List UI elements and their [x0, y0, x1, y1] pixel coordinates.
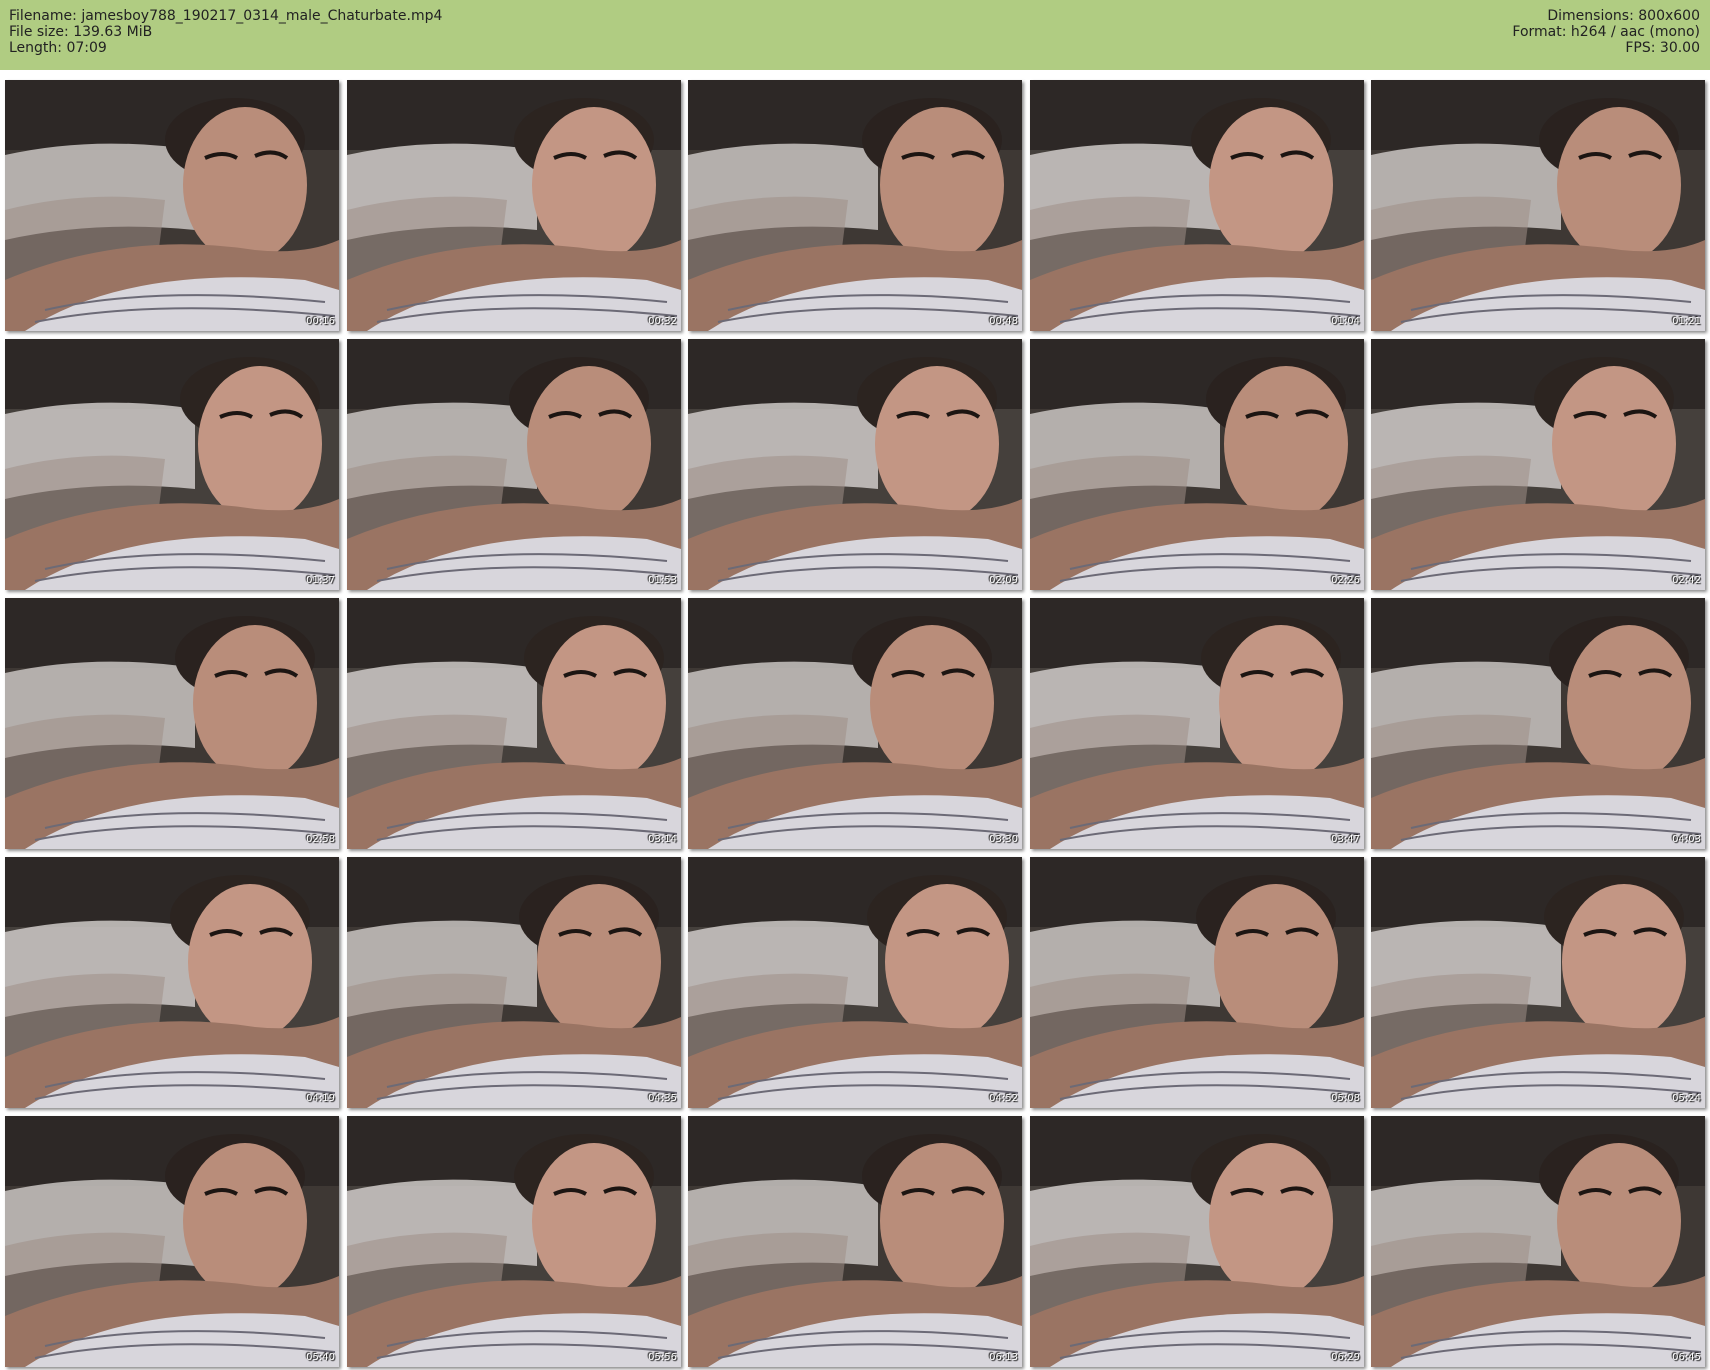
thumbnail-timestamp: 01:37	[306, 575, 335, 586]
thumbnail-image	[688, 80, 1022, 331]
thumbnail-frame: 03:47	[1030, 598, 1364, 849]
thumbnail-image	[347, 339, 681, 590]
thumbnail-image	[347, 598, 681, 849]
dimensions-label: Dimensions:	[1547, 8, 1634, 24]
thumbnail-image	[5, 598, 339, 849]
filesize-row: File size: 139.63 MiB	[9, 24, 442, 40]
thumbnail-image	[1030, 857, 1364, 1108]
thumbnail-frame: 04:19	[5, 857, 339, 1108]
thumbnail-timestamp: 02:42	[1672, 575, 1701, 586]
thumbnail-image	[688, 339, 1022, 590]
length-value: 07:09	[66, 40, 107, 56]
thumbnail-timestamp: 06:13	[989, 1352, 1018, 1363]
thumbnail-timestamp: 03:47	[1331, 834, 1360, 845]
thumbnail-frame: 04:03	[1371, 598, 1705, 849]
thumbnail-image	[1371, 857, 1705, 1108]
thumbnail-timestamp: 05:08	[1331, 1093, 1360, 1104]
thumbnail-timestamp: 06:29	[1331, 1352, 1360, 1363]
thumbnail-image	[688, 1116, 1022, 1367]
filename-label: Filename:	[9, 8, 77, 24]
format-value: h264 / aac (mono)	[1570, 24, 1700, 40]
filesize-value: 139.63 MiB	[73, 24, 153, 40]
length-label: Length:	[9, 40, 63, 56]
thumbnail-frame: 02:09	[688, 339, 1022, 590]
thumbnail-frame: 01:37	[5, 339, 339, 590]
info-header: Filename: jamesboy788_190217_0314_male_C…	[0, 0, 1710, 70]
thumbnail-frame: 03:14	[347, 598, 681, 849]
filename-value: jamesboy788_190217_0314_male_Chaturbate.…	[81, 8, 443, 24]
thumbnail-timestamp: 04:03	[1672, 834, 1701, 845]
thumbnail-frame: 05:08	[1030, 857, 1364, 1108]
thumbnail-timestamp: 04:35	[648, 1093, 677, 1104]
thumbnail-frame: 01:53	[347, 339, 681, 590]
thumbnail-image	[5, 339, 339, 590]
thumbnail-frame: 04:52	[688, 857, 1022, 1108]
thumbnail-timestamp: 03:14	[648, 834, 677, 845]
thumbnail-image	[688, 598, 1022, 849]
thumbnail-frame: 02:26	[1030, 339, 1364, 590]
thumbnail-frame: 05:24	[1371, 857, 1705, 1108]
thumbnail-timestamp: 05:56	[648, 1352, 677, 1363]
thumbnail-frame: 02:58	[5, 598, 339, 849]
thumbnail-frame: 02:42	[1371, 339, 1705, 590]
thumbnail-timestamp: 02:09	[989, 575, 1018, 586]
thumbnail-timestamp: 06:45	[1672, 1352, 1701, 1363]
filesize-label: File size:	[9, 24, 69, 40]
thumbnail-timestamp: 01:53	[648, 575, 677, 586]
thumbnail-timestamp: 04:52	[989, 1093, 1018, 1104]
thumbnail-frame: 00:32	[347, 80, 681, 331]
thumbnail-timestamp: 02:26	[1331, 575, 1360, 586]
thumbnail-frame: 01:04	[1030, 80, 1364, 331]
thumbnail-timestamp: 00:16	[306, 316, 335, 327]
thumbnail-frame: 00:48	[688, 80, 1022, 331]
thumbnail-image	[347, 80, 681, 331]
thumbnail-timestamp: 01:21	[1672, 316, 1701, 327]
thumbnail-timestamp: 04:19	[306, 1093, 335, 1104]
thumbnail-timestamp: 01:04	[1331, 316, 1360, 327]
thumbnail-frame: 00:16	[5, 80, 339, 331]
thumbnail-image	[5, 857, 339, 1108]
thumbnail-timestamp: 02:58	[306, 834, 335, 845]
thumbnail-image	[347, 1116, 681, 1367]
thumbnail-image	[1030, 80, 1364, 331]
fps-label: FPS:	[1625, 40, 1656, 56]
thumbnail-timestamp: 03:30	[989, 834, 1018, 845]
thumbnail-timestamp: 00:32	[648, 316, 677, 327]
file-info: Filename: jamesboy788_190217_0314_male_C…	[9, 8, 442, 56]
thumbnail-image	[5, 1116, 339, 1367]
thumbnail-image	[1371, 80, 1705, 331]
thumbnail-frame: 01:21	[1371, 80, 1705, 331]
fps-row: FPS: 30.00	[1512, 40, 1700, 56]
thumbnail-frame: 03:30	[688, 598, 1022, 849]
thumbnail-timestamp: 05:40	[306, 1352, 335, 1363]
thumbnail-image	[1371, 1116, 1705, 1367]
thumbnail-image	[1030, 598, 1364, 849]
thumbnail-image	[1371, 598, 1705, 849]
thumbnail-image	[5, 80, 339, 331]
thumbnail-timestamp: 00:48	[989, 316, 1018, 327]
thumbnail-frame: 04:35	[347, 857, 681, 1108]
filename-row: Filename: jamesboy788_190217_0314_male_C…	[9, 8, 442, 24]
thumbnail-frame: 05:40	[5, 1116, 339, 1367]
thumbnail-timestamp: 05:24	[1672, 1093, 1701, 1104]
thumbnail-image	[347, 857, 681, 1108]
thumbnail-frame: 06:13	[688, 1116, 1022, 1367]
thumbnail-image	[1030, 339, 1364, 590]
fps-value: 30.00	[1659, 40, 1700, 56]
format-label: Format:	[1512, 24, 1567, 40]
thumbnail-image	[1030, 1116, 1364, 1367]
thumbnail-image	[688, 857, 1022, 1108]
thumbnail-frame: 05:56	[347, 1116, 681, 1367]
thumbnail-image	[1371, 339, 1705, 590]
dimensions-value: 800x600	[1638, 8, 1700, 24]
dimensions-row: Dimensions: 800x600	[1512, 8, 1700, 24]
length-row: Length: 07:09	[9, 40, 442, 56]
thumbnail-frame: 06:29	[1030, 1116, 1364, 1367]
thumbnail-frame: 06:45	[1371, 1116, 1705, 1367]
media-info: Dimensions: 800x600 Format: h264 / aac (…	[1512, 8, 1700, 56]
format-row: Format: h264 / aac (mono)	[1512, 24, 1700, 40]
